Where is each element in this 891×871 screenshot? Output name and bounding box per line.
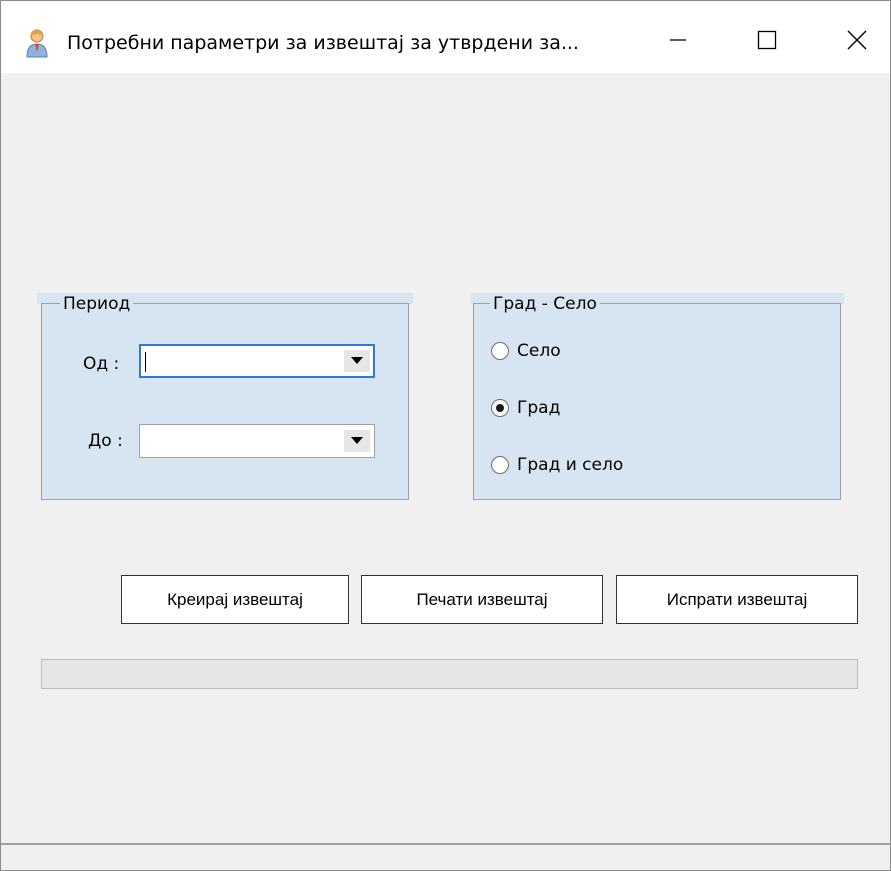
radio-village[interactable]: Село: [491, 338, 561, 364]
location-group: Град - Село Село Град Град и село: [473, 293, 841, 500]
from-dropdown-button[interactable]: [344, 350, 370, 372]
radio-city[interactable]: Град: [491, 395, 560, 421]
period-group: Период Од : До :: [41, 293, 409, 500]
title-bar[interactable]: Потребни параметри за извештај за утврде…: [1, 1, 890, 73]
window-title: Потребни параметри за извештај за утврде…: [67, 32, 579, 54]
location-legend: Град - Село: [490, 293, 600, 315]
chevron-down-icon: [351, 437, 363, 444]
create-report-button[interactable]: Креирај извештај: [121, 575, 349, 624]
radio-button[interactable]: [491, 342, 509, 360]
maximize-icon: [757, 30, 777, 50]
radio-city-label: Град: [517, 398, 561, 418]
from-date-combo[interactable]: [139, 344, 375, 378]
radio-city-and-village-label: Град и село: [517, 455, 624, 475]
maximize-button[interactable]: [737, 15, 797, 65]
period-legend: Период: [60, 293, 134, 315]
status-bar: [1, 843, 890, 870]
minimize-button[interactable]: [648, 15, 708, 65]
radio-button[interactable]: [491, 456, 509, 474]
progress-bar: [41, 659, 858, 689]
to-label: До :: [88, 431, 123, 451]
close-button[interactable]: [827, 15, 887, 65]
minimize-icon: [670, 39, 686, 41]
text-caret: [145, 352, 146, 372]
chevron-down-icon: [351, 357, 363, 364]
from-label: Од :: [83, 354, 120, 374]
radio-village-label: Село: [517, 341, 561, 361]
print-report-button[interactable]: Печати извештај: [361, 575, 603, 624]
to-dropdown-button[interactable]: [344, 430, 370, 452]
to-date-combo[interactable]: [139, 424, 375, 458]
report-parameters-window: Потребни параметри за извештај за утврде…: [0, 0, 891, 871]
close-icon: [847, 30, 867, 50]
user-icon: [26, 29, 48, 58]
send-report-button[interactable]: Испрати извештај: [616, 575, 858, 624]
radio-button-selected[interactable]: [491, 399, 509, 417]
radio-city-and-village[interactable]: Град и село: [491, 452, 623, 478]
